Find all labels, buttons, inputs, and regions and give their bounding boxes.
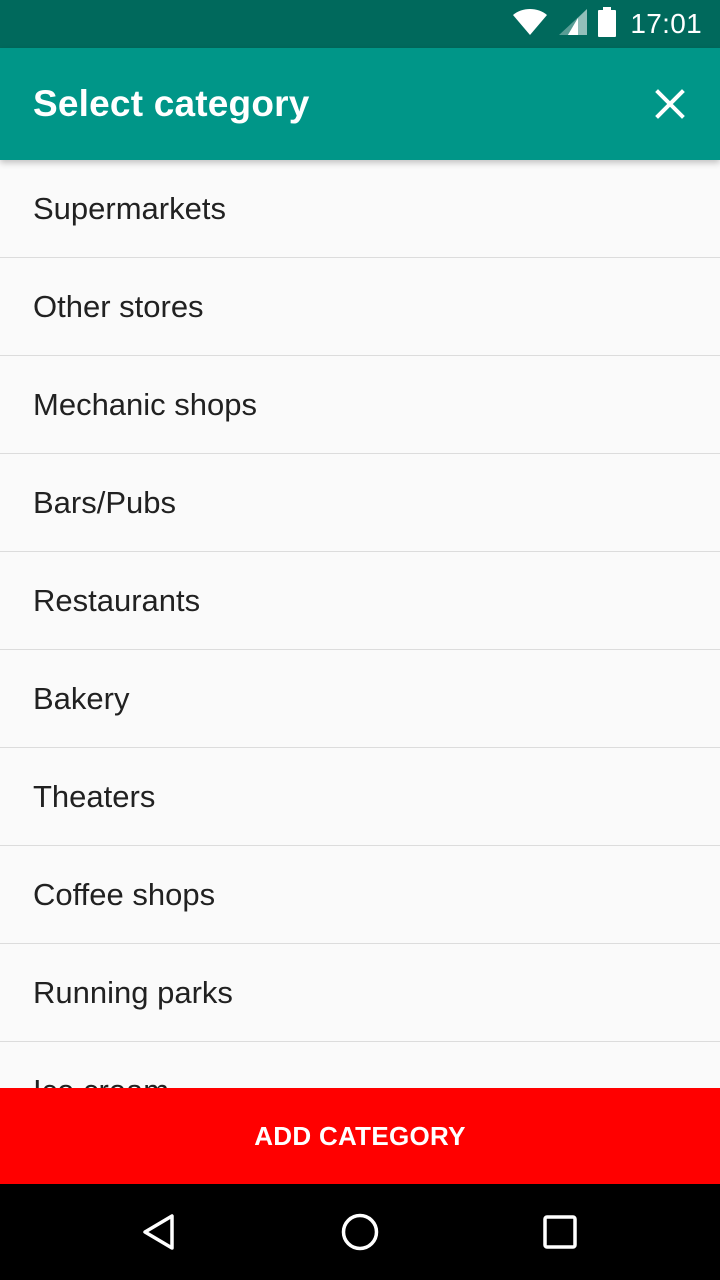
navigation-bar (0, 1184, 720, 1280)
list-item-label: Theaters (33, 778, 156, 814)
add-category-button[interactable]: ADD CATEGORY (0, 1088, 720, 1184)
home-icon[interactable] (320, 1192, 400, 1272)
list-item-label: Ice cream (33, 1073, 169, 1089)
list-item-label: Bakery (33, 680, 130, 716)
category-list[interactable]: Supermarkets Other stores Mechanic shops… (0, 160, 720, 1088)
list-item-label: Coffee shops (33, 876, 216, 912)
recents-icon[interactable] (520, 1192, 600, 1272)
status-bar: 17:01 (0, 0, 720, 48)
close-icon[interactable] (648, 82, 692, 126)
wifi-icon (512, 8, 548, 41)
list-item-label: Running parks (33, 974, 233, 1010)
list-item-label: Other stores (33, 288, 204, 324)
signal-icon (558, 8, 588, 41)
list-item[interactable]: Supermarkets (0, 160, 720, 258)
list-item[interactable]: Restaurants (0, 552, 720, 650)
back-icon[interactable] (120, 1192, 200, 1272)
list-item[interactable]: Ice cream (0, 1042, 720, 1089)
list-item[interactable]: Bars/Pubs (0, 454, 720, 552)
list-item-label: Bars/Pubs (33, 484, 177, 520)
list-item[interactable]: Mechanic shops (0, 356, 720, 454)
app-bar: Select category (0, 48, 720, 160)
status-icons (512, 6, 617, 42)
list-item-label: Supermarkets (33, 190, 226, 226)
list-item[interactable]: Bakery (0, 650, 720, 748)
list-item[interactable]: Theaters (0, 748, 720, 846)
battery-icon (598, 6, 617, 42)
list-item[interactable]: Running parks (0, 944, 720, 1042)
page-title: Select category (33, 83, 310, 124)
list-item-label: Restaurants (33, 582, 201, 618)
list-item[interactable]: Coffee shops (0, 846, 720, 944)
list-item[interactable]: Other stores (0, 258, 720, 356)
status-time: 17:01 (630, 8, 702, 39)
list-item-label: Mechanic shops (33, 386, 258, 422)
